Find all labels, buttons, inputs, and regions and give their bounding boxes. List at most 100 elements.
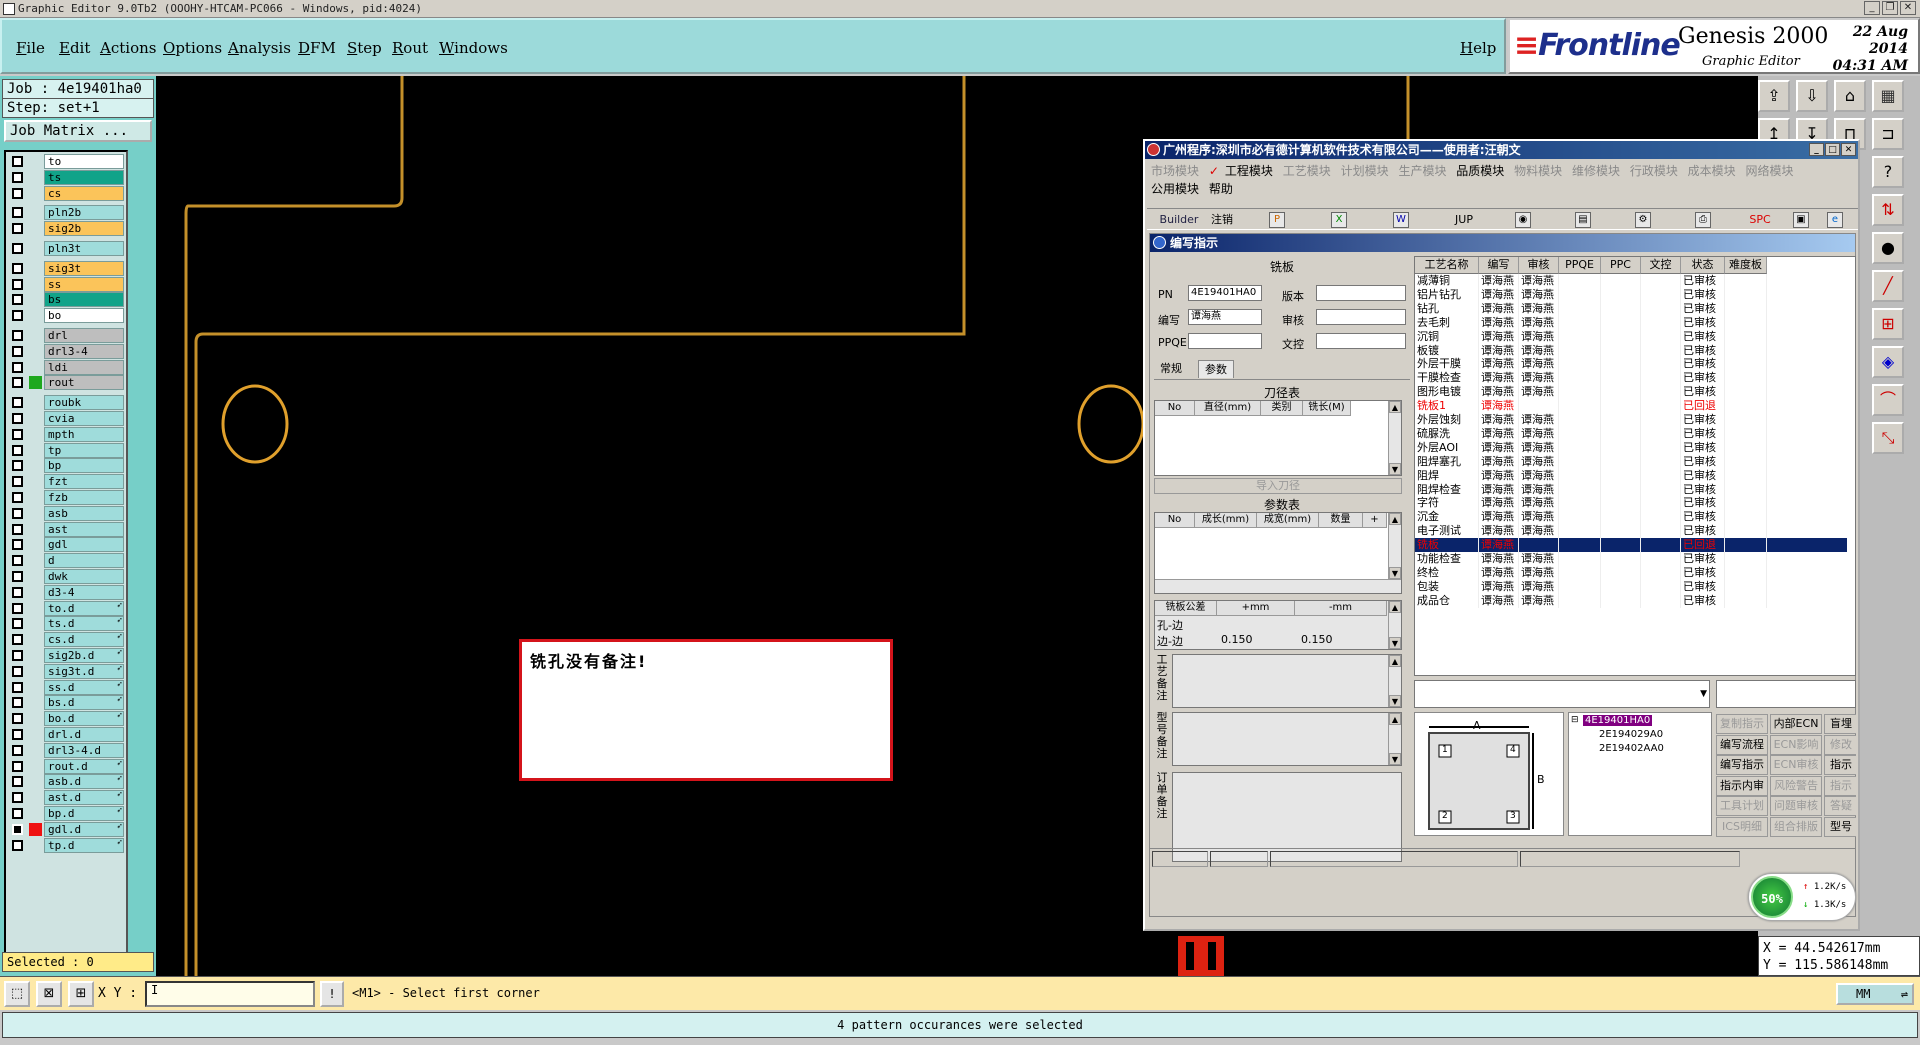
action-button[interactable]: 问题审核 [1770, 796, 1822, 816]
process-row[interactable]: 阻焊 谭海燕 谭海燕 已审核 [1415, 468, 1847, 483]
layer-row[interactable]: gdl.d ➶ [8, 821, 126, 837]
view-icon[interactable]: ◉ [1515, 212, 1531, 228]
action-button[interactable]: 工具计划 [1716, 796, 1768, 816]
process-note-field[interactable]: ▲ ▼ [1172, 654, 1402, 708]
layer-checkbox[interactable] [12, 507, 23, 519]
print-icon[interactable]: ⎙ [1695, 212, 1711, 228]
layer-checkbox[interactable] [12, 697, 23, 709]
review-field[interactable] [1316, 309, 1406, 325]
layer-name[interactable]: bo.d [44, 711, 124, 727]
process-row[interactable]: 硫脲洗 谭海燕 谭海燕 已审核 [1415, 426, 1847, 441]
layer-row[interactable]: bo [8, 308, 126, 324]
xy-input[interactable]: I [145, 981, 315, 1007]
pad-icon[interactable]: ● [1872, 232, 1904, 264]
layer-name[interactable]: d3-4 [44, 584, 124, 600]
layer-checkbox[interactable] [12, 665, 23, 677]
layer-row[interactable]: drl.d [8, 727, 126, 742]
grid-icon[interactable]: ▦ [1872, 80, 1904, 112]
layer-name[interactable]: tp [44, 442, 124, 458]
help-icon[interactable]: ? [1872, 156, 1904, 188]
layer-checkbox[interactable] [12, 428, 23, 440]
menu-help[interactable]: Help [1460, 39, 1496, 57]
process-row[interactable]: 阻焊检查 谭海燕 谭海燕 已审核 [1415, 482, 1847, 497]
process-row[interactable]: 字符 谭海燕 谭海燕 已审核 [1415, 496, 1847, 511]
process-col-header[interactable]: 难度板 [1725, 257, 1767, 274]
layer-checkbox[interactable] [12, 361, 23, 373]
process-row[interactable]: 减薄铜 谭海燕 谭海燕 已审核 [1415, 274, 1847, 288]
action-button[interactable]: 内部ECN [1770, 714, 1822, 734]
layer-checkbox[interactable] [12, 262, 23, 274]
layer-row[interactable]: bs [8, 292, 126, 308]
layer-name[interactable]: asb [44, 505, 124, 521]
module-help[interactable]: 帮助 [1209, 182, 1233, 196]
process-row[interactable]: 板镀 谭海燕 谭海燕 已审核 [1415, 343, 1847, 358]
tab-general[interactable]: 常规 [1154, 360, 1188, 378]
module-cost[interactable]: 成本模块 [1688, 164, 1736, 178]
param-scrollbar[interactable]: ▲ ▼ [1388, 513, 1401, 579]
process-row[interactable]: 图形电镀 谭海燕 谭海燕 已审核 [1415, 385, 1847, 400]
layer-checkbox[interactable] [12, 586, 23, 598]
action-button[interactable]: 指示 [1824, 775, 1856, 796]
select-mode-icon[interactable]: ⬚ [4, 981, 30, 1007]
action-button[interactable]: 指示 [1824, 755, 1856, 775]
process-row[interactable]: 铝片钻孔 谭海燕 谭海燕 已审核 [1415, 287, 1847, 302]
layer-name[interactable]: bs [44, 292, 124, 308]
menu-file[interactable]: File [16, 39, 45, 57]
import-tools-button[interactable]: 导入刀径 [1154, 478, 1402, 494]
process-row[interactable]: 电子测试 谭海燕 谭海燕 已审核 [1415, 524, 1847, 539]
module-planning[interactable]: 计划模块 [1341, 164, 1389, 178]
module-engineering[interactable]: 工程模块 [1225, 164, 1273, 178]
search-input[interactable] [1716, 680, 1856, 708]
process-col-header[interactable]: 审核 [1519, 257, 1559, 274]
action-button[interactable]: 风险警告 [1770, 775, 1822, 796]
layer-name[interactable]: fzb [44, 490, 124, 505]
layer-checkbox[interactable] [12, 776, 23, 788]
filter-icon[interactable]: ⊞ [1872, 308, 1904, 340]
layer-name[interactable]: pln3t [44, 241, 124, 256]
process-row[interactable]: 铣板1 谭海燕 已回退 [1415, 399, 1847, 414]
word-icon[interactable]: W [1393, 212, 1409, 228]
open-icon[interactable]: ⇪ [1758, 80, 1790, 112]
pn-field[interactable]: 4E19401HA0 [1188, 285, 1262, 301]
layer-checkbox[interactable] [12, 539, 23, 551]
layer-row[interactable]: sig3t [8, 260, 126, 276]
layer-checkbox[interactable] [12, 681, 23, 693]
layer-name[interactable]: pln2b [44, 205, 124, 221]
close-button[interactable]: ✕ [1841, 143, 1856, 156]
layer-row[interactable]: dwk [8, 569, 126, 584]
layer-row[interactable]: fzb [8, 490, 126, 505]
layer-name[interactable]: bp [44, 458, 124, 474]
layer-name[interactable]: cvia [44, 411, 124, 426]
job-tree[interactable]: ⊟ 4E19401HA0 2E194029A0 2E19402AA0 [1568, 712, 1712, 836]
layer-row[interactable]: bo.d ➶ [8, 711, 126, 727]
layer-name[interactable]: sig2b.d [44, 648, 124, 663]
ppqe-field[interactable] [1188, 333, 1262, 349]
layer-checkbox[interactable] [12, 460, 23, 472]
calc-icon[interactable]: ▣ [1793, 212, 1809, 228]
layer-row[interactable]: ast [8, 521, 126, 537]
layer-row[interactable]: ss [8, 276, 126, 292]
layer-checkbox[interactable] [12, 713, 23, 725]
job-matrix-button[interactable]: Job Matrix ... [4, 120, 152, 142]
layer-name[interactable]: bs.d [44, 695, 124, 711]
action-button[interactable]: 修改 [1824, 734, 1856, 755]
layer-name[interactable]: ss [44, 276, 124, 292]
close-button[interactable]: ✕ [1900, 1, 1916, 15]
layer-checkbox[interactable] [12, 492, 23, 503]
layer-checkbox[interactable] [12, 345, 23, 357]
layer-checkbox[interactable] [12, 555, 23, 567]
zoom-icon[interactable]: ⤡ [1872, 422, 1904, 454]
layer-checkbox[interactable] [12, 156, 23, 167]
tree-child-2[interactable]: 2E19402AA0 [1599, 743, 1664, 754]
layer-checkbox[interactable] [12, 650, 23, 661]
shapes-icon[interactable]: ◈ [1872, 346, 1904, 378]
measure-icon[interactable]: ⇅ [1872, 194, 1904, 226]
layer-name[interactable]: gdl [44, 537, 124, 553]
layer-row[interactable]: gdl [8, 537, 126, 553]
author-field[interactable]: 谭海燕 [1188, 309, 1262, 325]
layer-name[interactable]: dwk [44, 569, 124, 584]
layer-name[interactable]: drl3-4.d [44, 742, 124, 758]
ie-icon[interactable]: e [1827, 212, 1843, 228]
layer-checkbox[interactable] [12, 792, 23, 804]
action-button[interactable]: ECN影响 [1770, 734, 1822, 755]
